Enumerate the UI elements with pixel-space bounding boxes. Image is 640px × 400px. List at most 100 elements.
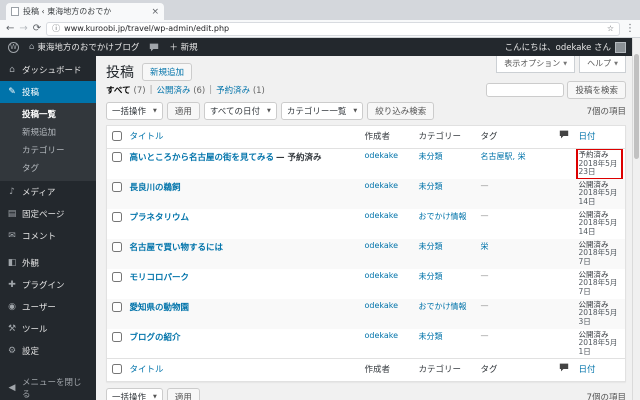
dashboard-icon: ⌂	[9, 65, 15, 75]
column-title[interactable]: タイトル	[124, 125, 360, 149]
category-link[interactable]: おでかけ情報	[419, 302, 467, 311]
chevron-down-icon: ▼	[153, 393, 157, 400]
select-all-checkbox[interactable]	[112, 364, 122, 374]
view-scheduled-link[interactable]: 予約済み (1)	[216, 84, 265, 96]
post-title-link[interactable]: プラネタリウム	[130, 213, 190, 223]
column-date[interactable]: 日付	[573, 358, 626, 382]
sidebar-item-pages[interactable]: ▤ 固定ページ	[0, 203, 96, 225]
table-footer: タイトル 作成者 カテゴリー タグ 日付	[106, 358, 626, 382]
post-title-link[interactable]: 高いところから名古屋の街を見てみる	[130, 153, 275, 163]
category-link[interactable]: 未分類	[419, 332, 443, 341]
address-bar[interactable]: ⓘ www.kuroobi.jp/travel/wp-admin/edit.ph…	[46, 21, 620, 36]
sidebar-item-posts[interactable]: ✎ 投稿	[0, 81, 96, 103]
row-checkbox[interactable]	[112, 331, 122, 342]
author-link[interactable]: odekake	[365, 301, 399, 310]
column-date[interactable]: 日付	[573, 125, 626, 149]
sidebar-label-pages: 固定ページ	[22, 210, 65, 220]
tags-empty: —	[480, 180, 489, 190]
bulk-action-select[interactable]: 一括操作 ▼	[106, 101, 163, 120]
view-scheduled-count: (1)	[252, 86, 265, 96]
wordpress-logo-icon[interactable]: W	[8, 41, 19, 53]
screen-options-button[interactable]: 表示オプション ▼	[496, 56, 576, 73]
item-count-bottom: 7個の項目	[586, 392, 626, 400]
forward-icon[interactable]: →	[19, 23, 27, 34]
category-link[interactable]: おでかけ情報	[419, 212, 467, 221]
row-checkbox[interactable]	[112, 181, 122, 192]
post-date: 2018年5月23日	[578, 158, 618, 176]
apply-button[interactable]: 適用	[166, 101, 200, 120]
howdy-greeting[interactable]: こんにちは、odekake さん	[505, 41, 611, 53]
category-link[interactable]: 未分類	[419, 152, 443, 161]
sidebar-item-users[interactable]: ◉ ユーザー	[0, 296, 96, 318]
row-checkbox[interactable]	[112, 152, 122, 162]
help-button[interactable]: ヘルプ ▼	[579, 56, 626, 73]
browser-tab[interactable]: 投稿 ‹ 東海地方のおでか ×	[6, 3, 164, 20]
author-link[interactable]: odekake	[365, 151, 399, 160]
submenu-item-tags[interactable]: タグ	[0, 159, 96, 177]
category-filter-select[interactable]: カテゴリー一覧 ▼	[280, 101, 364, 120]
plugins-icon: ✚	[8, 280, 16, 290]
column-category: カテゴリー	[413, 125, 476, 149]
select-all-checkbox[interactable]	[112, 131, 122, 141]
scrollbar-track[interactable]	[632, 38, 640, 400]
view-separator: |	[149, 85, 153, 95]
sidebar-item-media[interactable]: ♪ メディア	[0, 181, 96, 203]
sidebar-label-appearance: 外観	[22, 259, 40, 269]
apply-button-bottom[interactable]: 適用	[166, 387, 200, 400]
view-all-link[interactable]: すべて (7)	[106, 84, 146, 96]
date-filter-select[interactable]: すべての日付 ▼	[203, 101, 277, 120]
sidebar-item-dashboard[interactable]: ⌂ ダッシュボード	[0, 59, 96, 81]
submenu-item-categories[interactable]: カテゴリー	[0, 141, 96, 159]
author-link[interactable]: odekake	[365, 241, 399, 250]
site-info-icon[interactable]: ⓘ	[52, 23, 60, 34]
tags-link[interactable]: 栄	[481, 242, 489, 251]
admin-bar-comments[interactable]	[149, 43, 159, 52]
date-cell: 公開済み 2018年5月14日	[579, 210, 621, 237]
sidebar-item-tools[interactable]: ⚒ ツール	[0, 318, 96, 340]
post-title-link[interactable]: 名古屋で買い物するには	[130, 243, 224, 253]
view-published-link[interactable]: 公開済み (6)	[156, 84, 205, 96]
author-link[interactable]: odekake	[365, 271, 399, 280]
search-input[interactable]	[486, 83, 565, 97]
column-title[interactable]: タイトル	[124, 358, 360, 382]
filter-button[interactable]: 絞り込み検索	[367, 101, 435, 120]
row-checkbox[interactable]	[112, 211, 122, 222]
category-link[interactable]: 未分類	[419, 182, 443, 191]
author-link[interactable]: odekake	[365, 331, 399, 340]
author-link[interactable]: odekake	[365, 181, 399, 190]
sidebar-item-appearance[interactable]: ◧ 外観	[0, 252, 96, 274]
reload-icon[interactable]: ⟳	[33, 23, 41, 34]
scrollbar-thumb[interactable]	[634, 54, 639, 159]
add-new-button[interactable]: 新規追加	[142, 63, 193, 81]
tags-link[interactable]: 名古屋駅, 栄	[481, 152, 526, 161]
submenu-item-all-posts[interactable]: 投稿一覧	[0, 105, 96, 123]
date-cell: 公開済み 2018年5月7日	[579, 270, 621, 297]
row-checkbox[interactable]	[112, 301, 122, 312]
admin-bar-site-name[interactable]: ⌂ 東海地方のおでかけブログ	[29, 41, 139, 53]
tab-close-icon[interactable]: ×	[151, 7, 159, 17]
search-posts-button[interactable]: 投稿を検索	[567, 81, 626, 99]
date-cell: 公開済み 2018年5月1日	[579, 330, 621, 357]
category-link[interactable]: 未分類	[419, 272, 443, 281]
sidebar-item-settings[interactable]: ⚙ 設定	[0, 340, 96, 362]
post-title-link[interactable]: ブログの紹介	[130, 333, 181, 343]
category-link[interactable]: 未分類	[419, 242, 443, 251]
author-link[interactable]: odekake	[365, 211, 399, 220]
post-date: 2018年5月7日	[578, 248, 618, 266]
submenu-item-add-new[interactable]: 新規追加	[0, 123, 96, 141]
admin-bar-new-button[interactable]: ＋ 新規	[169, 41, 197, 53]
row-checkbox[interactable]	[112, 271, 122, 282]
sidebar-label-posts: 投稿	[22, 88, 40, 98]
bulk-action-select-bottom[interactable]: 一括操作 ▼	[106, 387, 163, 400]
row-checkbox[interactable]	[112, 241, 122, 252]
sidebar-item-plugins[interactable]: ✚ プラグイン	[0, 274, 96, 296]
post-title-link[interactable]: モリコロパーク	[130, 273, 190, 283]
sidebar-item-comments[interactable]: ✉ コメント	[0, 225, 96, 247]
browser-menu-icon[interactable]: ⋮	[625, 23, 635, 34]
view-all-label: すべて	[106, 86, 131, 96]
back-icon[interactable]: ←	[6, 23, 14, 34]
post-title-link[interactable]: 長良川の鵜飼	[130, 183, 181, 193]
post-title-link[interactable]: 愛知県の動物園	[130, 303, 190, 313]
bookmark-star-icon[interactable]: ☆	[607, 24, 614, 33]
sidebar-collapse-menu[interactable]: ◀ メニューを閉じる	[0, 371, 96, 400]
